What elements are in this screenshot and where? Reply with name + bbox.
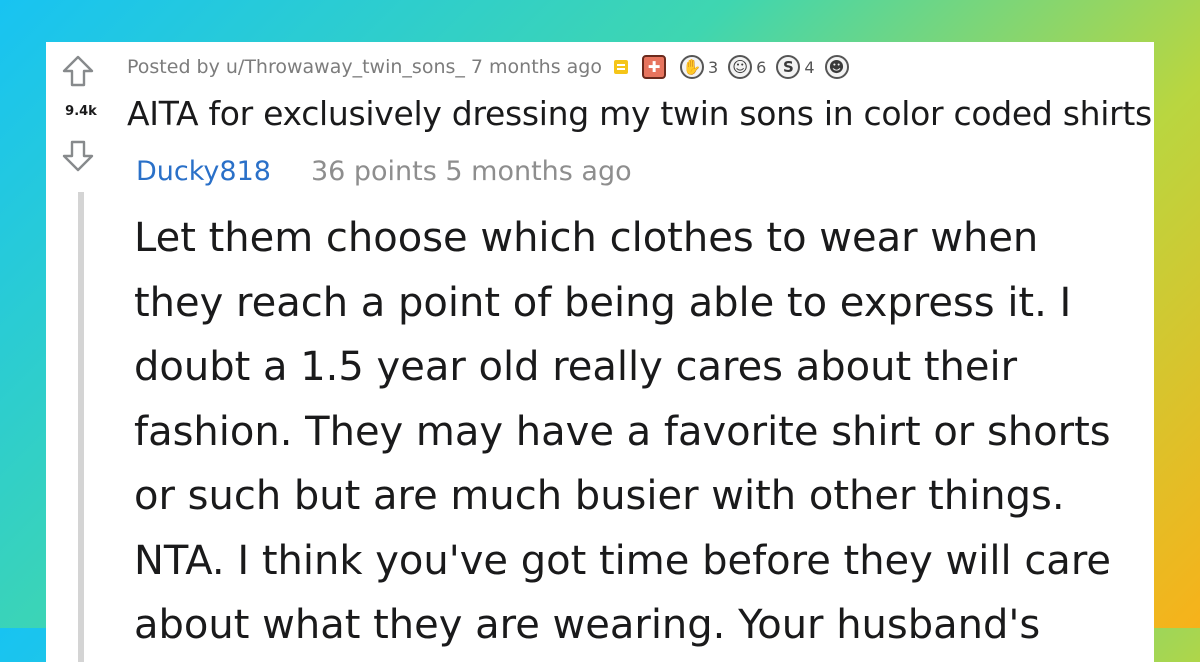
award-gift[interactable]: ✚	[641, 55, 670, 79]
award-hugz[interactable]: ☻	[824, 55, 853, 79]
comment-line: NTA. I think you've got time before they…	[134, 537, 1111, 584]
comment-header: Ducky818 36 points 5 months ago	[136, 156, 632, 187]
upvote-icon[interactable]	[61, 54, 95, 88]
comment-line: fashion. They may have a favorite shirt …	[134, 408, 1111, 455]
award-silver[interactable]: S 4	[776, 55, 815, 79]
gift-icon: ✚	[641, 55, 666, 79]
helpful-award-icon: ✋	[679, 55, 704, 79]
reddit-post-card: 9.4k Posted by u/Throwaway_twin_sons_ 7 …	[46, 42, 1154, 662]
comment-line: Let them choose which clothes to wear wh…	[134, 215, 1039, 261]
silver-award-icon: S	[776, 55, 801, 79]
hugz-award-icon: ☻	[824, 55, 849, 79]
award-helpful[interactable]: ✋ 3	[679, 55, 719, 79]
comment-body: Let them choose which clothes to wear wh…	[134, 206, 1144, 658]
award-wholesome[interactable]: ☺ 6	[728, 55, 766, 79]
comment-line: or such but are much busier with other t…	[134, 473, 1065, 519]
comment-meta: 36 points 5 months ago	[310, 156, 632, 187]
award-count: 4	[804, 57, 815, 77]
wholesome-award-icon: ☺	[728, 55, 753, 79]
award-count: 6	[756, 57, 767, 77]
post-meta: Posted by u/Throwaway_twin_sons_ 7 month…	[127, 54, 863, 80]
mod-note-icon	[613, 60, 628, 74]
comment-line: they reach a point of being able to expr…	[134, 279, 1072, 326]
downvote-icon[interactable]	[61, 139, 95, 173]
comment-line: doubt a 1.5 year old really cares about …	[134, 344, 1018, 390]
comment-line: about what they are wearing. Your husban…	[134, 602, 1041, 648]
post-score: 9.4k	[65, 104, 97, 119]
award-count: 3	[707, 57, 719, 77]
post-title[interactable]: AITA for exclusively dressing my twin so…	[127, 94, 1154, 133]
comment-thread-line[interactable]	[78, 192, 84, 662]
posted-by-text[interactable]: Posted by u/Throwaway_twin_sons_ 7 month…	[127, 56, 602, 78]
comment-username[interactable]: Ducky818	[136, 156, 271, 187]
